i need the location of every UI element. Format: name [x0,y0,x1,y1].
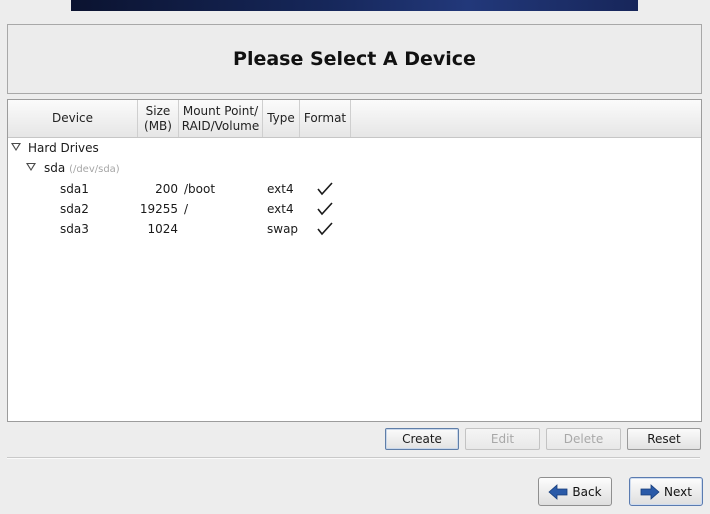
tree-row-disk[interactable]: sda (/dev/sda) [8,158,701,178]
column-size-line2: (MB) [144,118,172,133]
next-button[interactable]: Next [629,477,703,506]
partition-device: sda1 [60,182,89,196]
column-mount-line2: RAID/Volume [181,118,260,133]
disk-label: sda (/dev/sda) [44,158,120,178]
checkmark-icon[interactable] [317,222,333,236]
arrow-left-icon [548,483,568,500]
edit-button[interactable]: Edit [465,428,540,450]
column-size[interactable]: Size (MB) [138,100,179,137]
tree-row-hard-drives[interactable]: Hard Drives [8,138,701,158]
partition-device: sda2 [60,202,89,216]
reset-button[interactable]: Reset [627,428,701,450]
create-button-label: Create [402,432,442,446]
column-size-label: Size (MB) [144,104,172,134]
title-panel: Please Select A Device [7,24,702,94]
delete-button[interactable]: Delete [546,428,621,450]
next-button-label: Next [664,484,692,499]
checkmark-icon[interactable] [317,202,333,216]
device-tree[interactable]: Device Size (MB) Mount Point/ RAID/Volum… [7,99,702,422]
partition-mount: / [184,202,189,216]
partition-type: ext4 [267,182,294,196]
column-size-line1: Size [145,103,171,118]
partition-type: ext4 [267,202,294,216]
column-format-label: Format [303,111,347,125]
triangle-down-icon[interactable] [11,143,21,151]
column-type-label: Type [267,111,295,125]
column-mount-label: Mount Point/ RAID/Volume [182,104,260,134]
column-mount-line1: Mount Point/ [182,103,259,118]
column-type[interactable]: Type [263,100,300,137]
back-button[interactable]: Back [538,477,612,506]
column-device-label: Device [51,111,94,125]
group-label: Hard Drives [28,141,99,155]
column-format[interactable]: Format [300,100,351,137]
column-header: Device Size (MB) Mount Point/ RAID/Volum… [8,100,701,138]
partition-size: 19255 [139,202,178,216]
table-row[interactable]: sda3 1024 swap [8,219,701,239]
page-title: Please Select A Device [233,48,476,70]
partition-mount: /boot [184,182,216,196]
create-button[interactable]: Create [385,428,459,450]
table-row[interactable]: sda1 200 /boot ext4 [8,179,701,199]
triangle-down-icon[interactable] [26,163,36,171]
partition-size: 200 [155,182,178,196]
column-mount[interactable]: Mount Point/ RAID/Volume [179,100,263,137]
disk-name: sda [44,161,66,175]
reset-button-label: Reset [647,432,681,446]
arrow-right-icon [640,483,660,500]
partition-type: swap [267,222,299,236]
column-device[interactable]: Device [8,100,138,137]
header-banner [71,0,638,11]
edit-button-label: Edit [490,432,515,446]
delete-button-label: Delete [563,432,604,446]
partition-device: sda3 [60,222,89,236]
back-button-label: Back [572,484,602,499]
separator [7,457,700,459]
partition-size: 1024 [147,222,178,236]
disk-path: (/dev/sda) [69,164,120,175]
checkmark-icon[interactable] [317,182,333,196]
table-row[interactable]: sda2 19255 / ext4 [8,199,701,219]
